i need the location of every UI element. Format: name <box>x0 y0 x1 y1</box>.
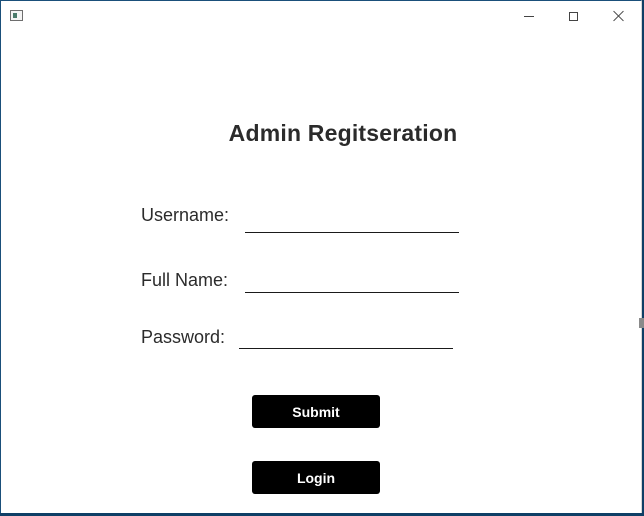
login-button[interactable]: Login <box>252 461 380 494</box>
password-field[interactable] <box>239 329 453 349</box>
fullname-field[interactable] <box>245 273 459 293</box>
submit-button[interactable]: Submit <box>252 395 380 428</box>
username-field[interactable] <box>245 213 459 233</box>
maximize-icon <box>569 11 578 21</box>
fullname-label: Full Name: <box>141 270 229 290</box>
username-label: Username: <box>141 205 230 225</box>
resize-grip[interactable] <box>639 318 644 328</box>
app-window-icon <box>10 10 23 21</box>
app-window: Admin Regitseration Username: Full Name:… <box>0 0 642 513</box>
minimize-button[interactable] <box>506 1 551 31</box>
maximize-button[interactable] <box>551 1 596 31</box>
close-button[interactable] <box>596 1 641 31</box>
password-label: Password: <box>141 327 226 347</box>
close-icon <box>613 10 625 22</box>
page-title: Admin Regitseration <box>228 120 458 146</box>
minimize-icon <box>523 15 534 17</box>
